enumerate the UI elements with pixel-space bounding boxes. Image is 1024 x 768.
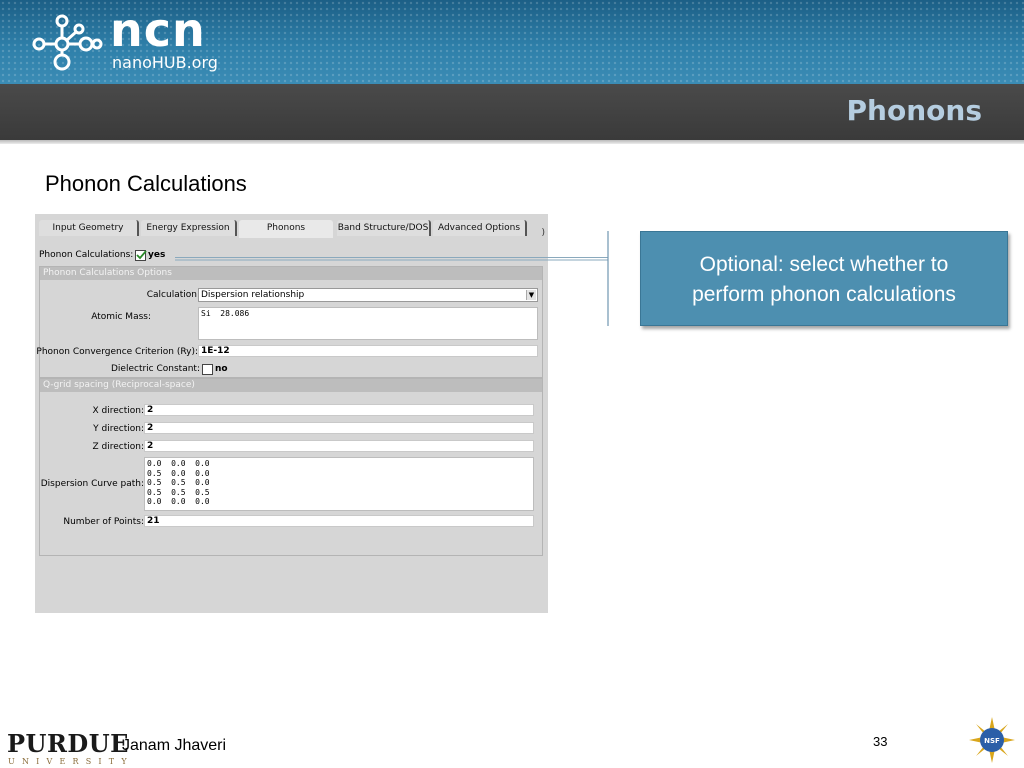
nanohub-logo[interactable]: ncn nanoHUB.org (30, 4, 218, 77)
svg-text:NSF: NSF (984, 737, 1000, 745)
molecule-icon (32, 14, 103, 71)
logo-ncn-text: ncn (110, 3, 206, 57)
page-number: 33 (873, 734, 888, 749)
nsf-logo-icon: NSF (969, 717, 1015, 763)
callout-connector (175, 231, 609, 326)
purdue-logo: PURDUE (7, 729, 129, 758)
annotation-callout: Optional: select whether to perform phon… (640, 231, 1008, 326)
author-name: Janam Jhaveri (122, 737, 227, 754)
callout-line-1: Optional: select whether to (699, 253, 949, 276)
callout-line-2: perform phonon calculations (692, 283, 956, 306)
logo-nanohub-text: nanoHUB.org (112, 53, 218, 72)
purdue-university-text: UNIVERSITY (8, 757, 134, 766)
